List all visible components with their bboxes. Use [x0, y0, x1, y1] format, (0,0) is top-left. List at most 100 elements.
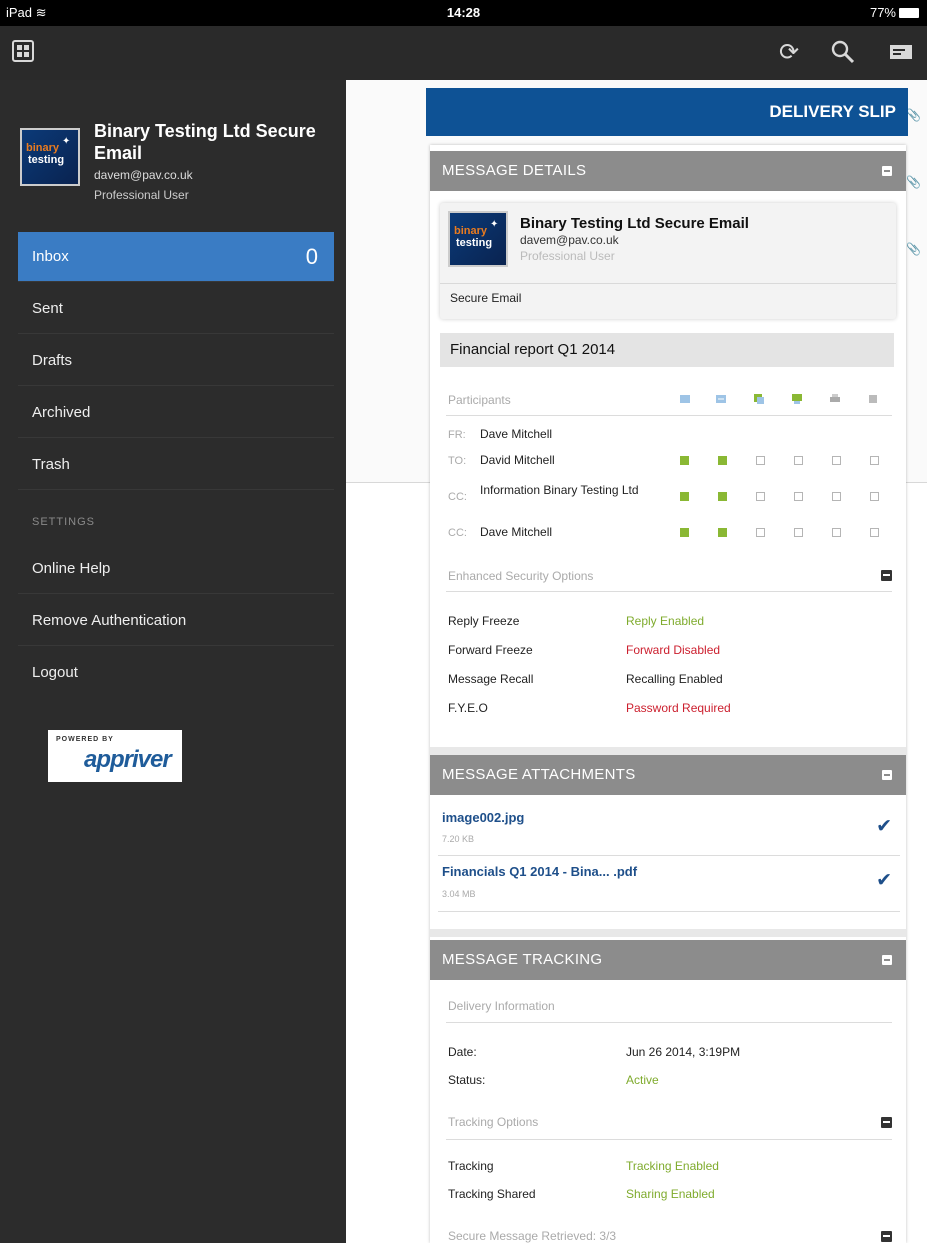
status-check-forwarded [794, 492, 803, 501]
participant-name: Information Binary Testing Ltd [480, 483, 639, 497]
delivered-icon [680, 395, 690, 403]
participant-prefix: CC: [448, 527, 467, 539]
grid-icon[interactable] [10, 40, 36, 66]
section-title: MESSAGE DETAILS [442, 162, 587, 179]
date-label: Date: [448, 1045, 477, 1059]
fyeo-value: Password Required [626, 701, 731, 715]
participant-name: Dave Mitchell [480, 427, 553, 441]
account-email: davem@pav.co.uk [94, 168, 193, 182]
sidebar-item-label: Online Help [32, 560, 111, 577]
paperclip-icon: 📎 [906, 242, 921, 256]
participant-prefix: TO: [448, 455, 467, 467]
collapse-icon[interactable] [882, 955, 892, 965]
reply-freeze-label: Reply Freeze [448, 614, 520, 628]
sidebar-item-label: Drafts [32, 352, 73, 369]
sender-email: davem@pav.co.uk [520, 233, 619, 247]
status-check-forwarded [794, 528, 803, 537]
powered-by-logo: POWERED BY appriver [48, 730, 182, 782]
collapse-icon[interactable] [882, 166, 892, 176]
sender-card: binary testing ✦ Binary Testing Ltd Secu… [440, 203, 896, 319]
status-check-replied [756, 492, 765, 501]
sender-logo: binary testing ✦ [448, 211, 508, 267]
logo-text-testing: testing [28, 154, 65, 166]
participant-name: David Mitchell [480, 453, 555, 467]
delivery-slip-header: DELIVERY SLIP [426, 88, 908, 136]
delivery-info-label: Delivery Information [448, 999, 555, 1013]
participants-label: Participants [448, 393, 511, 407]
top-toolbar: ⟳ [0, 26, 927, 80]
sidebar: binary testing ✦ Binary Testing Ltd Secu… [0, 80, 346, 1243]
message-details-header[interactable]: MESSAGE DETAILS [430, 151, 906, 191]
participant-name: Dave Mitchell [480, 525, 553, 539]
forward-freeze-label: Forward Freeze [448, 643, 533, 657]
logo-text-testing: testing [456, 237, 493, 249]
participant-row: FR: Dave Mitchell [448, 425, 894, 449]
attachment-name[interactable]: Financials Q1 2014 - Bina... .pdf [442, 864, 637, 879]
battery-percent: 77% [869, 5, 896, 20]
sidebar-item-label: Inbox [32, 248, 69, 265]
status-check-printed [832, 492, 841, 501]
read-icon [716, 395, 726, 403]
status-check-recalled [870, 492, 879, 501]
account-name: Binary Testing Ltd Secure Email [94, 121, 316, 163]
collapse-icon[interactable] [881, 1117, 892, 1128]
recall-icon [869, 395, 877, 403]
powered-by-text: POWERED BY [56, 736, 114, 743]
forward-freeze-value: Forward Disabled [626, 643, 721, 657]
security-options-label: Enhanced Security Options [448, 569, 594, 583]
print-icon [830, 394, 840, 402]
sidebar-item-archived[interactable]: Archived [18, 388, 334, 438]
message-type: Secure Email [450, 291, 522, 305]
sidebar-item-sent[interactable]: Sent [18, 284, 334, 334]
status-check-printed [832, 528, 841, 537]
status-check-delivered [680, 456, 689, 465]
message-attachments-header[interactable]: MESSAGE ATTACHMENTS [430, 755, 906, 795]
sidebar-item-drafts[interactable]: Drafts [18, 336, 334, 386]
sidebar-item-trash[interactable]: Trash [18, 440, 334, 490]
sidebar-item-label: Archived [32, 404, 91, 421]
collapse-icon[interactable] [881, 1231, 892, 1242]
status-value: Active [626, 1073, 659, 1087]
sidebar-item-label: Trash [32, 456, 70, 473]
sidebar-item-label: Sent [32, 300, 63, 317]
status-check-read [718, 456, 727, 465]
participant-row: CC: Information Binary Testing Ltd [448, 481, 894, 513]
attachment-name[interactable]: image002.jpg [442, 810, 524, 825]
status-label: Status: [448, 1073, 486, 1087]
tracking-shared-value: Sharing Enabled [626, 1187, 715, 1201]
inbox-count-badge: 0 [305, 244, 318, 269]
download-icon[interactable]: ✔ [876, 815, 892, 838]
paperclip-icon: 📎 [906, 175, 921, 189]
delivery-slip-title: DELIVERY SLIP [769, 102, 896, 121]
tracking-label: Tracking [448, 1159, 494, 1173]
tracking-shared-label: Tracking Shared [448, 1187, 536, 1201]
message-tracking-header[interactable]: MESSAGE TRACKING [430, 940, 906, 980]
sidebar-item-logout[interactable]: Logout [18, 648, 334, 698]
collapse-icon[interactable] [882, 770, 892, 780]
tracking-value: Tracking Enabled [626, 1159, 719, 1173]
logo-text-binary: binary [26, 142, 60, 154]
logo-text-binary: binary [454, 225, 488, 237]
collapse-icon[interactable] [881, 570, 892, 581]
search-icon[interactable] [830, 40, 856, 66]
status-check-delivered [680, 528, 689, 537]
reply-icon [754, 394, 764, 404]
download-icon[interactable]: ✔ [876, 869, 892, 892]
status-check-replied [756, 528, 765, 537]
message-recall-label: Message Recall [448, 672, 534, 686]
refresh-icon[interactable]: ⟳ [776, 40, 802, 66]
battery-icon [899, 8, 919, 18]
status-check-read [718, 492, 727, 501]
status-check-printed [832, 456, 841, 465]
sidebar-item-remove-authentication[interactable]: Remove Authentication [18, 596, 334, 646]
sender-role: Professional User [520, 249, 615, 263]
status-bar: iPad ≋ 14:28 77% [0, 0, 927, 26]
clock: 14:28 [446, 5, 481, 20]
brand-text: appriver [84, 746, 172, 773]
compose-icon[interactable] [888, 40, 914, 66]
participant-prefix: FR: [448, 429, 466, 441]
sidebar-item-inbox[interactable]: Inbox 0 [18, 232, 334, 282]
attachment-size: 3.04 MB [442, 889, 476, 899]
message-subject: Financial report Q1 2014 [440, 333, 894, 367]
sidebar-item-online-help[interactable]: Online Help [18, 544, 334, 594]
